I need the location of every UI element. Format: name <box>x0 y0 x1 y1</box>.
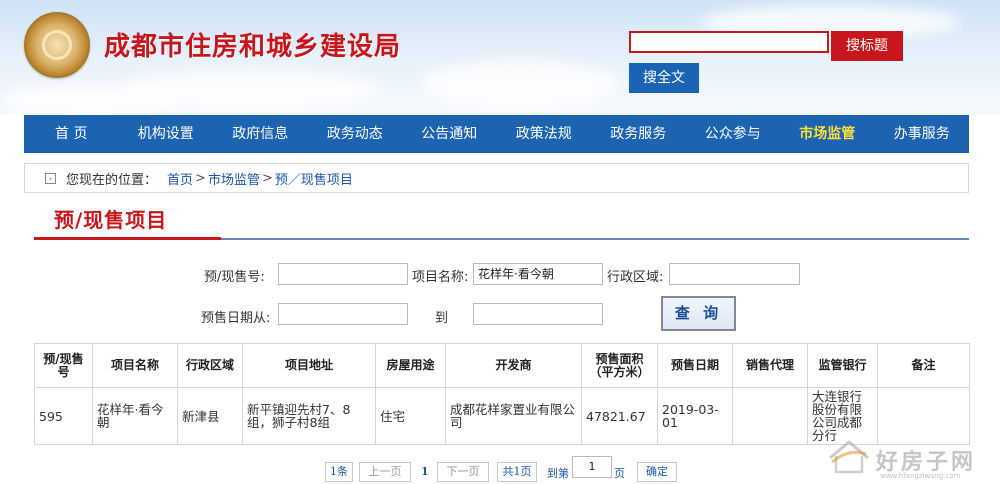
breadcrumb-separator: > <box>195 170 206 186</box>
district-input[interactable] <box>669 263 800 285</box>
cell-presale-area: 47821.67 <box>581 387 658 445</box>
cell-project-name[interactable]: 花样年·看今朝 <box>92 387 178 445</box>
breadcrumb-separator: > <box>261 170 273 186</box>
nav-item-gov-news[interactable]: 政务动态 <box>308 115 403 153</box>
breadcrumb-prefix: 您现在的位置： <box>66 172 158 188</box>
cell-developer: 成都花样家置业有限公司 <box>445 387 582 445</box>
col-header-presale-area: 预售面积（平方米） <box>581 343 658 388</box>
watermark-url: www.hfangziwang.com <box>880 472 961 480</box>
pager-goto-label: 到第 <box>547 467 569 480</box>
pager-current-page: 1 <box>421 465 429 478</box>
breadcrumb-arrow-icon: › <box>45 172 56 184</box>
date-from-label: 预售日期从: <box>201 311 271 326</box>
pager-next-button[interactable]: 下一页 <box>437 462 489 482</box>
site-header: 成都市住房和城乡建设局 搜标题 搜全文 <box>0 0 1000 115</box>
breadcrumb: › 您现在的位置： 首页 > 市场监管 > 预／现售项目 <box>24 163 969 193</box>
nav-item-services[interactable]: 办事服务 <box>875 115 970 153</box>
pager-total-pages: 共1页 <box>497 462 537 482</box>
pager-prev-button[interactable]: 上一页 <box>359 462 411 482</box>
breadcrumb-link-home[interactable]: 首页 <box>167 169 193 188</box>
pager-confirm-button[interactable]: 确定 <box>637 462 677 482</box>
cell-remarks <box>877 387 970 445</box>
nav-item-participation[interactable]: 公众参与 <box>686 115 781 153</box>
col-header-developer: 开发商 <box>445 343 582 388</box>
pager-goto-input[interactable]: 1 <box>572 456 612 478</box>
cell-district: 新津县 <box>177 387 243 445</box>
nav-item-gov-info[interactable]: 政府信息 <box>213 115 308 153</box>
main-nav: 首 页 机构设置 政府信息 政务动态 公告通知 政策法规 政务服务 公众参与 市… <box>24 115 969 153</box>
col-header-remarks: 备注 <box>877 343 970 388</box>
cell-presale-no: 595 <box>34 387 93 445</box>
project-name-label: 项目名称: <box>412 270 469 285</box>
pager-record-count: 1条 <box>325 462 353 482</box>
col-header-supervising-bank: 监管银行 <box>807 343 878 388</box>
col-header-usage: 房屋用途 <box>375 343 446 388</box>
pager-goto-suffix: 页 <box>614 467 625 480</box>
nav-item-organization[interactable]: 机构设置 <box>119 115 214 153</box>
col-header-district: 行政区域 <box>177 343 243 388</box>
nav-item-market-supervision[interactable]: 市场监管 <box>780 115 875 153</box>
col-header-address: 项目地址 <box>242 343 376 388</box>
nav-item-gov-services[interactable]: 政务服务 <box>591 115 686 153</box>
nav-item-home[interactable]: 首 页 <box>24 115 119 153</box>
nav-item-notices[interactable]: 公告通知 <box>402 115 497 153</box>
cell-presale-date: 2019-03-01 <box>657 387 733 445</box>
presale-no-input[interactable] <box>278 263 408 285</box>
breadcrumb-link-presale[interactable]: 预／现售项目 <box>275 169 353 188</box>
cloud-decoration <box>0 85 180 115</box>
presale-no-label: 预/现售号: <box>204 270 265 285</box>
cell-usage: 住宅 <box>375 387 446 445</box>
presale-table: 预/现售号 项目名称 行政区域 项目地址 房屋用途 开发商 预售面积（平方米） … <box>34 343 970 445</box>
district-label: 行政区域: <box>607 270 664 285</box>
city-emblem-icon <box>24 12 90 78</box>
search-fulltext-button[interactable]: 搜全文 <box>629 63 699 93</box>
col-header-presale-date: 预售日期 <box>657 343 733 388</box>
date-to-label: 到 <box>435 311 449 326</box>
cell-address: 新平镇迎先村7、8组，狮子村8组 <box>242 387 376 445</box>
project-name-input[interactable]: 花样年·看今朝 <box>473 263 603 285</box>
search-input[interactable] <box>629 31 829 53</box>
site-title: 成都市住房和城乡建设局 <box>104 32 402 62</box>
cell-sales-agent <box>732 387 808 445</box>
page-title: 预/现售项目 <box>54 208 168 232</box>
nav-item-policies[interactable]: 政策法规 <box>497 115 592 153</box>
col-header-project-name: 项目名称 <box>92 343 178 388</box>
date-to-input[interactable] <box>473 303 603 325</box>
title-divider-accent <box>34 237 221 240</box>
breadcrumb-link-market[interactable]: 市场监管 <box>208 169 260 188</box>
search-title-button[interactable]: 搜标题 <box>831 31 903 61</box>
watermark-house-icon <box>829 440 869 474</box>
query-button[interactable]: 查 询 <box>661 296 736 331</box>
date-from-input[interactable] <box>278 303 408 325</box>
cloud-decoration <box>420 60 620 110</box>
col-header-sales-agent: 销售代理 <box>732 343 808 388</box>
table-header-row: 预/现售号 项目名称 行政区域 项目地址 房屋用途 开发商 预售面积（平方米） … <box>34 343 970 388</box>
col-header-presale-no: 预/现售号 <box>34 343 93 388</box>
